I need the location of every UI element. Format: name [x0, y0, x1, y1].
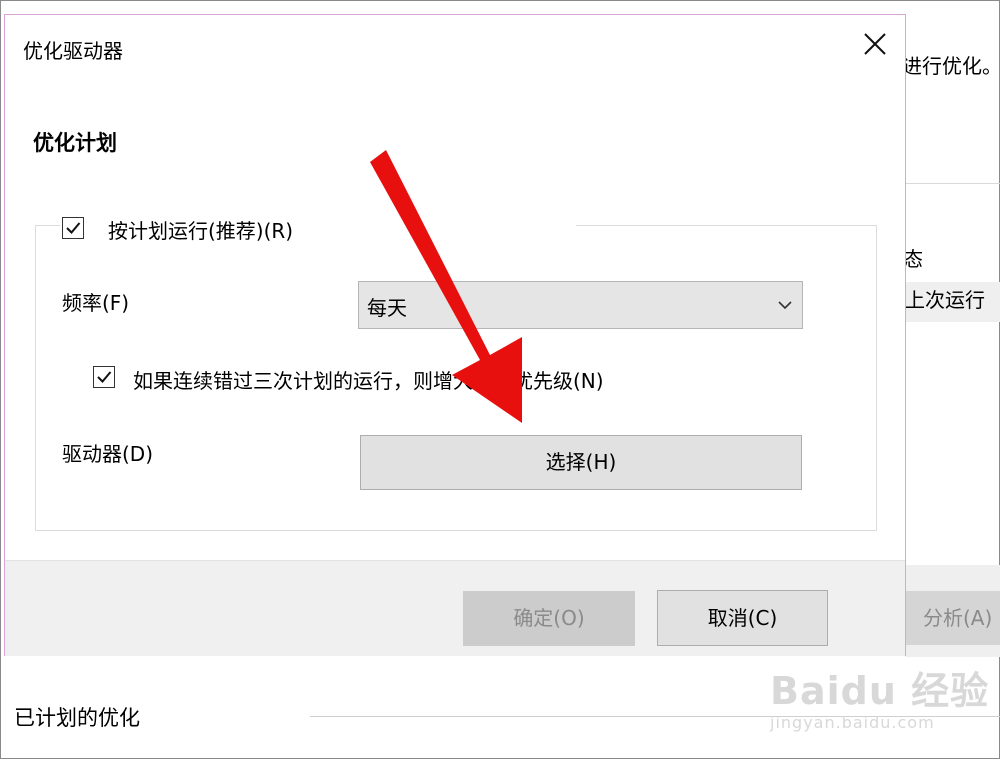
increase-priority-label[interactable]: 如果连续错过三次计划的运行，则增大任务优先级(N)	[133, 365, 604, 394]
cancel-button[interactable]: 取消(C)	[657, 590, 828, 646]
baidu-watermark: Baidu 经验 jingyan.baidu.com	[770, 660, 989, 732]
ok-button[interactable]: 确定(O)	[463, 591, 635, 646]
watermark-logo-text: Baidu 经验	[770, 669, 990, 713]
dialog-title: 优化驱动器	[23, 39, 123, 63]
background-divider	[905, 183, 1000, 184]
section-title: 优化计划	[33, 131, 117, 155]
checkmark-icon	[66, 222, 81, 234]
checkmark-icon	[97, 371, 112, 383]
run-on-schedule-label[interactable]: 按计划运行(推荐)(R)	[108, 215, 293, 244]
run-on-schedule-checkbox[interactable]	[62, 217, 84, 239]
watermark-url: jingyan.baidu.com	[770, 713, 935, 732]
frequency-label: 频率(F)	[62, 291, 130, 315]
increase-priority-checkbox[interactable]	[93, 366, 115, 388]
close-icon[interactable]	[860, 29, 890, 59]
scheduled-optimization-label: 已计划的优化	[14, 706, 140, 730]
frequency-selected-value: 每天	[367, 296, 407, 320]
optimize-drives-dialog: 优化驱动器 优化计划 按计划运行(推荐)(R) 频率(F) 每天 如果连续错过三…	[4, 14, 906, 656]
chevron-down-icon	[776, 296, 794, 318]
frequency-dropdown[interactable]: 每天	[358, 281, 803, 329]
background-description-text: 进行优化。	[902, 54, 1000, 78]
choose-drives-button[interactable]: 选择(H)	[360, 435, 802, 490]
background-analyze-button[interactable]: 分析(A)	[905, 591, 1000, 645]
drives-label: 驱动器(D)	[62, 442, 154, 466]
background-last-run-column[interactable]: 上次运行	[903, 282, 1000, 322]
background-status-column-header: 态	[903, 247, 923, 271]
